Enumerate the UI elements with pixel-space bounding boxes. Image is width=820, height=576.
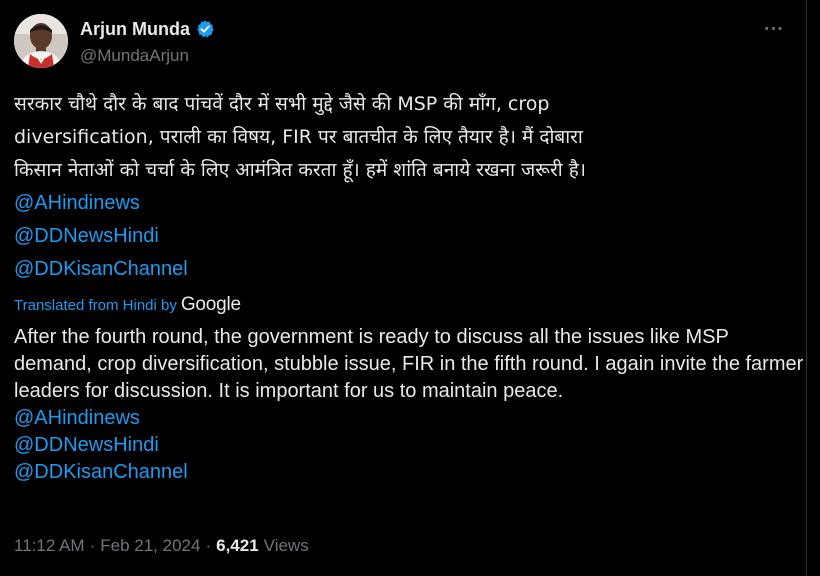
views-label: Views xyxy=(263,536,309,555)
mention-link-translated[interactable]: @DDKisanChannel xyxy=(14,459,634,486)
tweet-card: Arjun Munda @MundaArjun ··· सरकार चौथे द… xyxy=(0,0,806,576)
tweet-text-hindi: सरकार चौथे दौर के बाद पांचवें दौर में सभ… xyxy=(14,93,586,181)
avatar[interactable] xyxy=(14,14,68,68)
meta-separator: · xyxy=(205,536,212,555)
google-logo: Google xyxy=(180,294,241,315)
verified-badge-icon[interactable] xyxy=(195,19,215,39)
meta-separator: · xyxy=(89,536,96,555)
mention-link-translated[interactable]: @DDNewsHindi xyxy=(14,432,634,459)
display-name-row: Arjun Munda xyxy=(80,18,215,40)
author-names: Arjun Munda @MundaArjun xyxy=(80,18,215,66)
mention-link-translated[interactable]: @AHindinews xyxy=(14,405,634,432)
views-count[interactable]: 6,421 xyxy=(216,536,259,556)
tweet-header: Arjun Munda @MundaArjun ··· xyxy=(14,14,792,72)
tweet-meta: 11:12 AM · Feb 21, 2024 · 6,421 Views xyxy=(14,536,309,556)
translated-from-label[interactable]: Translated from Hindi by xyxy=(14,297,177,314)
tweet-text-translated: After the fourth round, the government i… xyxy=(14,326,804,402)
mention-link[interactable]: @DDKisanChannel xyxy=(14,253,634,286)
column-border xyxy=(806,0,820,576)
mention-link[interactable]: @AHindinews xyxy=(14,187,634,220)
tweet-date[interactable]: Feb 21, 2024 xyxy=(100,536,200,556)
more-dots-icon[interactable]: ··· xyxy=(764,20,784,38)
tweet-time[interactable]: 11:12 AM xyxy=(14,536,85,556)
author-handle[interactable]: @MundaArjun xyxy=(80,46,215,66)
mention-link[interactable]: @DDNewsHindi xyxy=(14,220,634,253)
display-name[interactable]: Arjun Munda xyxy=(80,18,190,40)
tweet-body: सरकार चौथे दौर के बाद पांचवें दौर में सभ… xyxy=(14,88,803,486)
avatar-image xyxy=(14,14,68,68)
translation-attribution[interactable]: Translated from Hindi by Google xyxy=(14,294,634,316)
